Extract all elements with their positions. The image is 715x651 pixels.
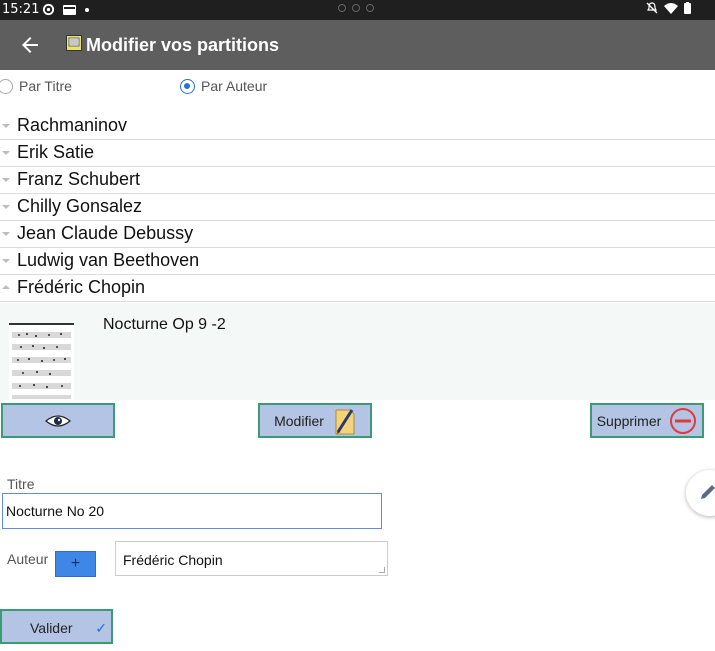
composer-name: Erik Satie	[17, 142, 95, 162]
composer-row[interactable]: Frédéric Chopin	[0, 275, 715, 302]
sort-by-title-label: Par Titre	[19, 78, 72, 94]
chevron-down-icon	[2, 259, 10, 263]
chevron-down-icon	[2, 205, 10, 209]
modify-button-label: Modifier	[274, 412, 324, 429]
chevron-down-icon	[2, 124, 10, 128]
pencil-icon	[701, 485, 715, 499]
eye-icon	[45, 414, 71, 427]
pencil-paper-icon	[335, 408, 355, 434]
app-bar: Modifier vos partitions	[0, 20, 715, 70]
settings-icon	[42, 3, 55, 16]
status-time: 15:21	[2, 2, 40, 17]
view-button[interactable]	[1, 403, 115, 438]
chevron-down-icon	[2, 151, 10, 155]
minus-circle-icon	[670, 407, 697, 434]
title-label: Titre	[7, 476, 35, 492]
radio-circle[interactable]	[0, 78, 13, 94]
composer-row[interactable]: Chilly Gonsalez	[0, 194, 715, 221]
score-icon	[66, 35, 82, 51]
page-title: Modifier vos partitions	[86, 35, 280, 55]
sort-by-author-label: Par Auteur	[201, 78, 268, 94]
chevron-down-icon	[2, 178, 10, 182]
composer-row[interactable]: Erik Satie	[0, 140, 715, 167]
composer-name: Franz Schubert	[17, 169, 141, 189]
chevron-down-icon	[2, 232, 10, 236]
submit-button-label: Valider	[30, 620, 73, 636]
piece-title[interactable]: Nocturne Op 9 -2	[103, 316, 226, 334]
composer-name: Frédéric Chopin	[17, 277, 146, 297]
battery-icon	[684, 2, 691, 14]
edit-fab[interactable]	[686, 470, 715, 516]
status-bar: 15:21	[0, 0, 715, 20]
score-thumbnail[interactable]	[9, 323, 74, 400]
wifi-icon	[664, 3, 678, 14]
plus-icon: +	[70, 555, 81, 572]
folder-icon	[63, 5, 76, 15]
radio-circle[interactable]	[180, 78, 195, 94]
author-field[interactable]: Frédéric Chopin	[115, 541, 388, 576]
arrow-back-icon[interactable]	[18, 33, 42, 57]
composer-name: Chilly Gonsalez	[17, 196, 143, 216]
sort-options: Par Titre Par Auteur	[0, 78, 715, 100]
mute-icon	[646, 2, 658, 14]
modify-button[interactable]: Modifier	[258, 403, 372, 438]
author-label: Auteur	[7, 551, 49, 567]
composer-row[interactable]: Franz Schubert	[0, 167, 715, 194]
title-input[interactable]	[2, 493, 382, 529]
composer-name: Rachmaninov	[17, 115, 128, 135]
chevron-up-icon	[2, 285, 10, 289]
resize-handle-icon[interactable]	[379, 567, 385, 573]
composer-row[interactable]: Jean Claude Debussy	[0, 221, 715, 248]
camera-dots	[338, 4, 374, 12]
sort-by-title-radio[interactable]: Par Titre	[0, 78, 72, 94]
add-author-button[interactable]: +	[55, 551, 96, 577]
dot-icon	[85, 7, 89, 12]
delete-button[interactable]: Supprimer	[590, 403, 704, 438]
composer-name: Jean Claude Debussy	[17, 223, 194, 243]
composer-name: Ludwig van Beethoven	[17, 250, 200, 270]
composer-list: Rachmaninov Erik Satie Franz Schubert Ch…	[0, 113, 715, 302]
submit-button[interactable]: Valider ✓	[0, 609, 113, 644]
composer-row[interactable]: Rachmaninov	[0, 113, 715, 140]
check-icon: ✓	[95, 620, 107, 636]
composer-row[interactable]: Ludwig van Beethoven	[0, 248, 715, 275]
delete-button-label: Supprimer	[596, 412, 662, 429]
expanded-piece[interactable]: Nocturne Op 9 -2	[0, 303, 715, 400]
sort-by-author-radio[interactable]: Par Auteur	[180, 78, 267, 94]
author-value: Frédéric Chopin	[123, 552, 223, 568]
